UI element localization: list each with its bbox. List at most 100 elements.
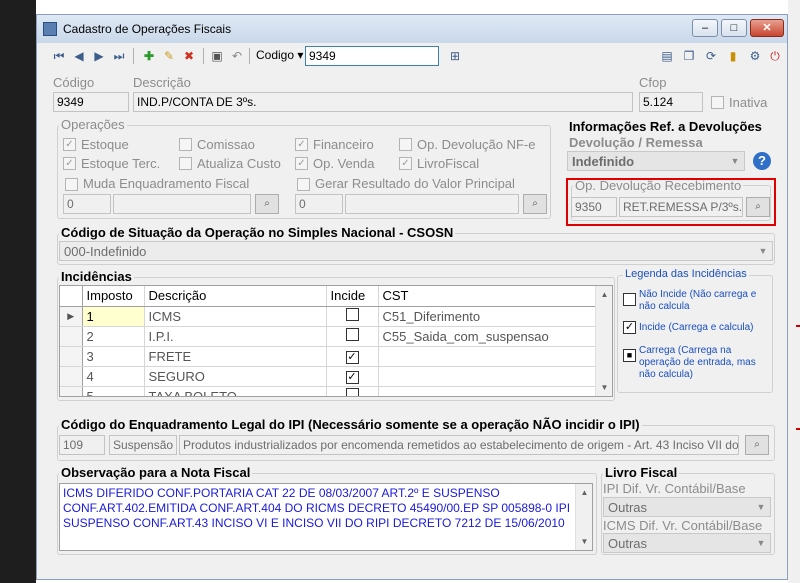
maximize-button[interactable]: □ xyxy=(721,19,747,37)
prev-icon[interactable]: ◀ xyxy=(71,48,87,64)
tool-icon[interactable]: ⚙ xyxy=(747,48,763,64)
op-venda-checkbox[interactable]: ✓ xyxy=(295,157,308,170)
ipi-dif-select[interactable]: Outras ▼ xyxy=(603,497,771,517)
print-icon[interactable]: ▤ xyxy=(659,48,675,64)
enquadramento-desc-field[interactable]: Produtos industrializados por encomenda … xyxy=(179,435,739,455)
incide-checkbox[interactable] xyxy=(345,328,359,341)
descricao-field[interactable]: IND.P/CONTA DE 3ºs. xyxy=(133,92,633,112)
cell-incide[interactable]: ✓ xyxy=(326,346,379,367)
cell-cst[interactable] xyxy=(378,346,599,367)
cell-incide[interactable] xyxy=(326,326,379,347)
csosn-select[interactable]: 000-Indefinido ▼ xyxy=(59,241,773,261)
table-row[interactable]: 4 SEGURO ✓ xyxy=(60,366,599,387)
incide-checkbox[interactable]: ✓ xyxy=(345,351,359,364)
col-header-imposto[interactable]: Imposto xyxy=(82,286,145,307)
cell-descricao[interactable]: I.P.I. xyxy=(144,326,327,347)
muda-enquadramento-checkbox[interactable] xyxy=(65,178,78,191)
col-header-descricao[interactable]: Descrição xyxy=(144,286,327,307)
cell-incide[interactable] xyxy=(326,386,379,396)
cell-imposto[interactable]: 3 xyxy=(82,346,145,367)
help-icon[interactable]: ? xyxy=(753,152,771,170)
gerar-resultado-checkbox[interactable] xyxy=(297,178,310,191)
muda-enquadramento-search-button[interactable]: ⌕ xyxy=(255,194,279,214)
cell-descricao[interactable]: TAXA BOLETO xyxy=(144,386,327,396)
cell-incide[interactable] xyxy=(326,306,379,327)
cell-imposto[interactable]: 4 xyxy=(82,366,145,387)
grid-scrollbar[interactable]: ▲ ▼ xyxy=(595,286,612,396)
table-row[interactable]: 5 TAXA BOLETO xyxy=(60,386,599,396)
undo-icon[interactable]: ↶ xyxy=(229,48,245,64)
title-bar[interactable]: Cadastro de Operações Fiscais – □ ✕ xyxy=(37,15,787,43)
inativa-label: Inativa xyxy=(729,95,768,110)
codigo-dropdown-label[interactable]: Codigo ▾ xyxy=(256,48,303,62)
refresh-icon[interactable]: ⟳ xyxy=(703,48,719,64)
financeiro-checkbox[interactable]: ✓ xyxy=(295,138,308,151)
cell-cst[interactable]: C55_Saida_com_suspensao xyxy=(378,326,599,347)
first-icon[interactable]: ⏮ xyxy=(51,48,67,64)
estoque-checkbox[interactable]: ✓ xyxy=(63,138,76,151)
comissao-checkbox[interactable] xyxy=(179,138,192,151)
observacao-scrollbar[interactable]: ▲ ▼ xyxy=(575,484,592,550)
next-icon[interactable]: ▶ xyxy=(91,48,107,64)
cell-cst[interactable] xyxy=(378,366,599,387)
cell-incide[interactable]: ✓ xyxy=(326,366,379,387)
last-icon[interactable]: ⏭ xyxy=(111,48,127,64)
codigo-field[interactable]: 9349 xyxy=(53,92,129,112)
devolucao-remessa-select[interactable]: Indefinido ▼ xyxy=(567,151,745,171)
incidencias-grid[interactable]: Imposto Descrição Incide CST ▶ 1 ICMS C5… xyxy=(59,285,613,397)
scroll-down-icon[interactable]: ▼ xyxy=(596,379,612,396)
devolucao-remessa-label: Devolução / Remessa xyxy=(569,135,703,150)
cell-descricao[interactable]: ICMS xyxy=(144,306,327,327)
exit-icon[interactable]: ⏻ xyxy=(767,48,783,64)
cell-imposto[interactable]: 1 xyxy=(82,306,145,327)
table-row[interactable]: ▶ 1 ICMS C51_Diferimento xyxy=(60,306,599,327)
cell-descricao[interactable]: SEGURO xyxy=(144,366,327,387)
col-header-cst[interactable]: CST xyxy=(378,286,599,307)
legend-nao-incide-swatch xyxy=(623,293,636,306)
scroll-down-icon[interactable]: ▼ xyxy=(576,533,593,550)
incide-checkbox[interactable] xyxy=(345,308,359,321)
inativa-checkbox[interactable] xyxy=(711,96,724,109)
cell-cst[interactable]: C51_Diferimento xyxy=(378,306,599,327)
enquadramento-code-field[interactable]: 109 xyxy=(59,435,105,455)
minimize-button[interactable]: – xyxy=(692,19,718,37)
export-icon[interactable]: ▮ xyxy=(725,48,741,64)
cfop-field[interactable]: 5.124 xyxy=(639,92,703,112)
delete-icon[interactable]: ✖ xyxy=(181,48,197,64)
cell-imposto[interactable]: 2 xyxy=(82,326,145,347)
edit-icon[interactable]: ✎ xyxy=(161,48,177,64)
enquadramento-search-button[interactable]: ⌕ xyxy=(745,435,769,455)
livro-fiscal-checkbox[interactable]: ✓ xyxy=(399,157,412,170)
muda-enquadramento-desc-field[interactable] xyxy=(113,194,251,214)
ipi-dif-label: IPI Dif. Vr. Contábil/Base xyxy=(603,481,746,496)
scroll-up-icon[interactable]: ▲ xyxy=(596,286,612,303)
icms-dif-label: ICMS Dif. Vr. Contábil/Base xyxy=(603,518,763,533)
table-row[interactable]: 2 I.P.I. C55_Saida_com_suspensao xyxy=(60,326,599,347)
gerar-resultado-search-button[interactable]: ⌕ xyxy=(523,194,547,214)
scroll-up-icon[interactable]: ▲ xyxy=(576,484,593,501)
atualiza-custo-checkbox[interactable] xyxy=(179,157,192,170)
incidencias-title: Incidências xyxy=(59,269,134,284)
gerar-resultado-code-field[interactable]: 0 xyxy=(295,194,343,214)
new-icon[interactable]: ✚ xyxy=(141,48,157,64)
enquadramento-tipo-field[interactable]: Suspensão xyxy=(109,435,177,455)
icms-dif-select[interactable]: Outras ▼ xyxy=(603,533,771,553)
col-header-incide[interactable]: Incide xyxy=(326,286,379,307)
op-devolucao-nfe-checkbox[interactable] xyxy=(399,138,412,151)
copy-icon[interactable]: ❐ xyxy=(681,48,697,64)
table-row[interactable]: 3 FRETE ✓ xyxy=(60,346,599,367)
cell-descricao[interactable]: FRETE xyxy=(144,346,327,367)
incide-checkbox[interactable] xyxy=(345,388,359,396)
cell-cst[interactable] xyxy=(378,386,599,396)
incide-checkbox[interactable]: ✓ xyxy=(345,371,359,384)
search-icon[interactable]: ⊞ xyxy=(447,48,463,64)
close-button[interactable]: ✕ xyxy=(750,19,784,37)
estoque-terc-checkbox[interactable]: ✓ xyxy=(63,157,76,170)
observacao-textarea[interactable]: ICMS DIFERIDO CONF.PORTARIA CAT 22 DE 08… xyxy=(59,483,593,551)
save-icon[interactable]: ▣ xyxy=(209,48,225,64)
cell-imposto[interactable]: 5 xyxy=(82,386,145,396)
codigo-search-input[interactable] xyxy=(305,46,439,66)
toolbar: ⏮ ◀ ▶ ⏭ ✚ ✎ ✖ ▣ ↶ Codigo ▾ ⊞ ▤ ❐ ⟳ ▮ ⚙ ⏻ xyxy=(37,44,787,68)
muda-enquadramento-code-field[interactable]: 0 xyxy=(63,194,111,214)
gerar-resultado-desc-field[interactable] xyxy=(345,194,519,214)
